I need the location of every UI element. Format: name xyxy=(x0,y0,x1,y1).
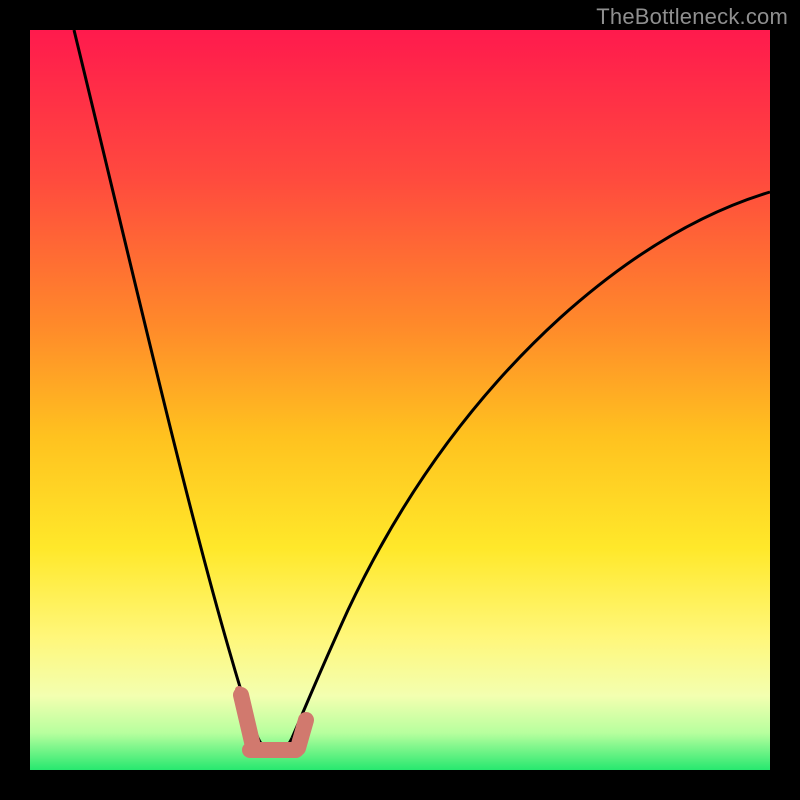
chart-svg xyxy=(0,0,800,800)
chart-frame: { "watermark": "TheBottleneck.com", "col… xyxy=(0,0,800,800)
watermark-text: TheBottleneck.com xyxy=(596,4,788,30)
plot-background xyxy=(30,30,770,770)
